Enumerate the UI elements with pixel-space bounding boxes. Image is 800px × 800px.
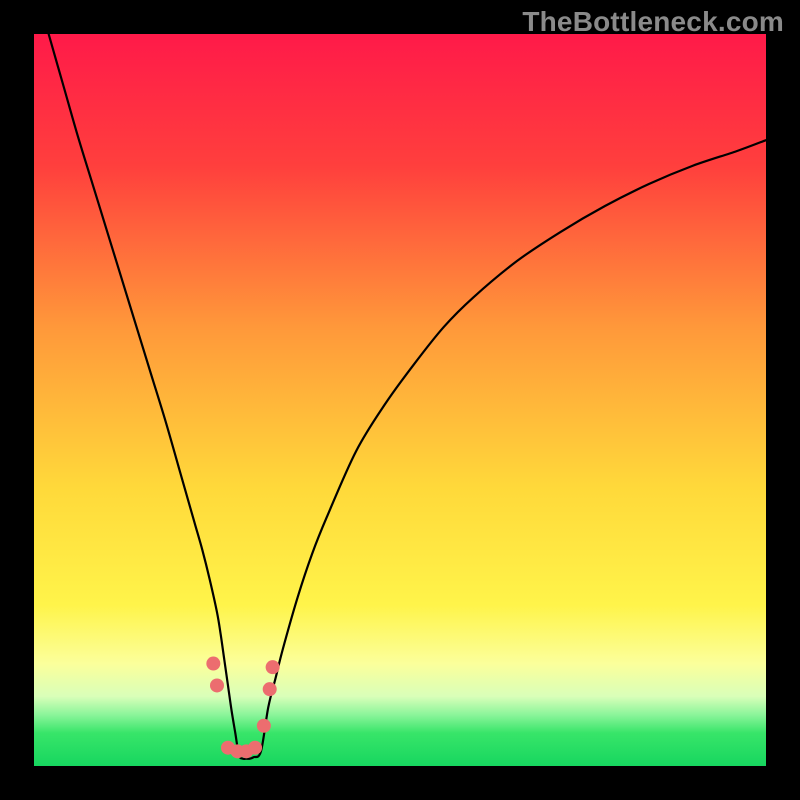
curve-marker bbox=[263, 682, 277, 696]
curve-marker bbox=[248, 741, 262, 755]
curve-marker bbox=[210, 678, 224, 692]
chart-frame: TheBottleneck.com bbox=[0, 0, 800, 800]
watermark-text: TheBottleneck.com bbox=[522, 6, 784, 38]
gradient-background bbox=[34, 34, 766, 766]
curve-marker bbox=[257, 719, 271, 733]
curve-marker bbox=[266, 660, 280, 674]
chart-svg bbox=[34, 34, 766, 766]
plot-area bbox=[34, 34, 766, 766]
curve-marker bbox=[206, 657, 220, 671]
